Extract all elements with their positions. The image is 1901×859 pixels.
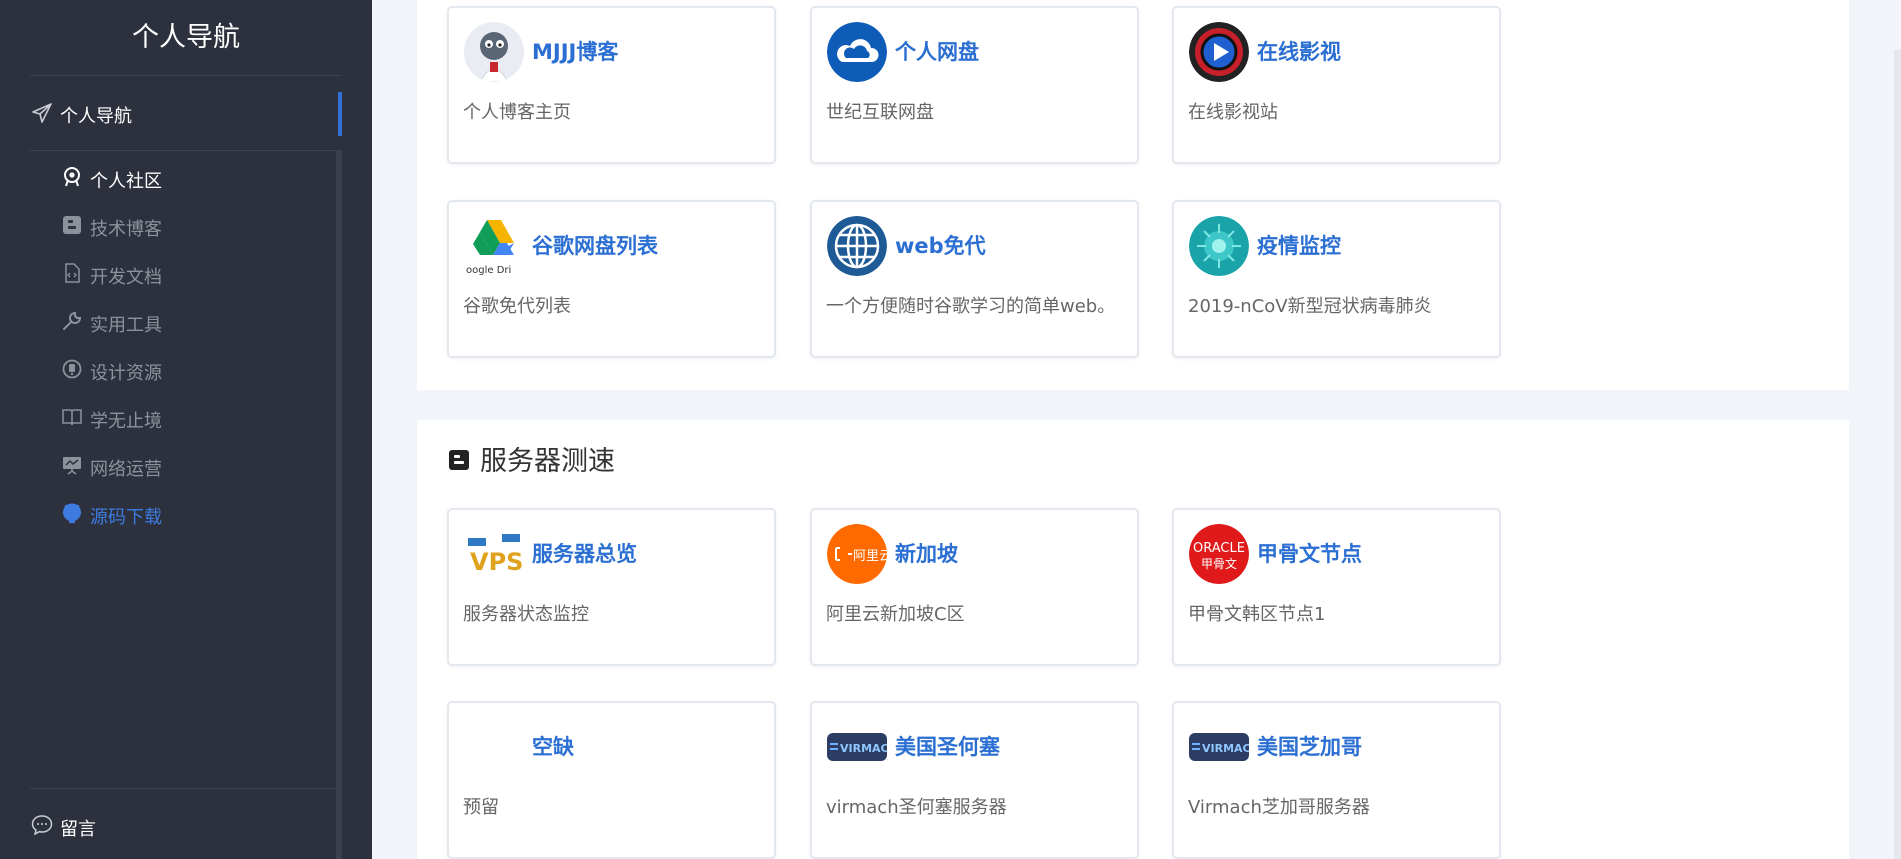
blogger-icon [448, 447, 470, 470]
server-card[interactable]: VPS 服务器总览 服务器状态监控 [447, 508, 776, 666]
sidebar-divider [30, 788, 342, 789]
sidebar-item-label: 留言 [60, 819, 96, 840]
google-drive-icon: oogle Dri [464, 216, 524, 276]
card-description: 在线影视站 [1188, 102, 1278, 123]
logo-text: VPS [470, 548, 523, 576]
card-description: 服务器状态监控 [463, 604, 589, 625]
card-title: 空缺 [532, 735, 574, 759]
sidebar-item-source-download[interactable]: 源码下载 [0, 490, 330, 538]
server-card[interactable]: 阿里云 新加坡 阿里云新加坡C区 [810, 508, 1139, 666]
card-title: 美国芝加哥 [1257, 735, 1362, 759]
sidebar-item-dev-docs[interactable]: 开发文档 [0, 250, 330, 298]
sidebar-item-design[interactable]: 设计资源 [0, 346, 330, 394]
site-card[interactable]: 在线影视 在线影视站 [1172, 6, 1501, 164]
card-description: 2019-nCoV新型冠状病毒肺炎 [1188, 296, 1432, 317]
wrench-icon [61, 310, 83, 332]
aliyun-icon: 阿里云 [827, 524, 887, 584]
sidebar-item-label: 网络运营 [90, 459, 162, 480]
card-description: Virmach芝加哥服务器 [1188, 797, 1370, 818]
card-title: 个人网盘 [895, 40, 979, 64]
logo-text: 阿里云 [853, 549, 887, 564]
github-icon [61, 502, 83, 524]
site-card[interactable]: 个人网盘 世纪互联网盘 [810, 6, 1139, 164]
comment-icon [30, 813, 54, 837]
card-title: MJJJ博客 [532, 40, 619, 64]
code-file-icon [61, 262, 83, 284]
sidebar-brand[interactable]: 个人导航 [0, 14, 372, 62]
sidebar-item-operations[interactable]: 网络运营 [0, 442, 330, 490]
sidebar-divider [30, 75, 342, 76]
card-title: 甲骨文节点 [1257, 542, 1362, 566]
sidebar-item-learning[interactable]: 学无止境 [0, 394, 330, 442]
sidebar-item-message[interactable]: 留言 [0, 808, 330, 846]
card-description: 预留 [463, 797, 499, 818]
card-description: 个人博客主页 [463, 102, 571, 123]
site-card[interactable]: oogle Dri 谷歌网盘列表 谷歌免代列表 [447, 200, 776, 358]
sidebar-item-tech-blog[interactable]: 技术博客 [0, 202, 330, 250]
sidebar-item-tools[interactable]: 实用工具 [0, 298, 330, 346]
card-description: 一个方便随时谷歌学习的简单web。 [826, 296, 1116, 317]
book-icon [61, 406, 83, 428]
site-card[interactable]: MJJJ博客 个人博客主页 [447, 6, 776, 164]
sidebar: 个人导航 个人导航 个人社区 技术博客 开发文档 实用工具 设计资源 学无止境 … [0, 0, 372, 859]
card-title: 美国圣何塞 [895, 735, 1000, 759]
site-card[interactable]: 疫情监控 2019-nCoV新型冠状病毒肺炎 [1172, 200, 1501, 358]
design-icon [61, 358, 83, 380]
blank-icon [464, 717, 524, 777]
card-description: 阿里云新加坡C区 [826, 604, 965, 625]
virus-icon [1189, 216, 1249, 276]
svg-text:ORACLE: ORACLE [1193, 541, 1245, 556]
blogger-icon [61, 214, 83, 236]
sidebar-item-label: 技术博客 [90, 219, 162, 240]
vps-icon: VPS [464, 524, 524, 584]
card-title: 新加坡 [895, 542, 958, 566]
server-card[interactable]: 空缺 预留 [447, 701, 776, 859]
server-card[interactable]: VIRMACH 美国芝加哥 Virmach芝加哥服务器 [1172, 701, 1501, 859]
virmach-icon: VIRMACH [827, 717, 887, 777]
logo-text: VIRMACH [840, 742, 887, 755]
card-title: 谷歌网盘列表 [532, 234, 658, 258]
virmach-icon: VIRMACH [1189, 717, 1249, 777]
server-card[interactable]: ORACLE 甲骨文 甲骨文节点 甲骨文韩区节点1 [1172, 508, 1501, 666]
sidebar-item-label: 学无止境 [90, 411, 162, 432]
play-icon [1189, 22, 1249, 82]
sidebar-item-label: 个人社区 [90, 171, 162, 192]
card-title: 在线影视 [1257, 40, 1341, 64]
sidebar-item-label: 实用工具 [90, 315, 162, 336]
card-title: web免代 [895, 234, 986, 258]
card-title: 疫情监控 [1257, 234, 1341, 258]
sidebar-item-main-nav[interactable]: 个人导航 [0, 92, 342, 136]
cartoon-avatar-icon [464, 22, 524, 82]
oracle-icon: ORACLE 甲骨文 [1189, 524, 1249, 584]
site-card[interactable]: web免代 一个方便随时谷歌学习的简单web。 [810, 200, 1139, 358]
presentation-icon [61, 454, 83, 476]
community-icon [61, 166, 83, 188]
sidebar-item-label: 设计资源 [90, 363, 162, 384]
sidebar-item-label: 个人导航 [60, 106, 132, 127]
sidebar-item-community[interactable]: 个人社区 [0, 154, 330, 202]
globe-icon [827, 216, 887, 276]
page-scrollbar[interactable] [1894, 50, 1901, 859]
sidebar-divider [30, 150, 342, 151]
cloud-icon [827, 22, 887, 82]
logo-text: VIRMACH [1202, 742, 1249, 755]
card-description: 世纪互联网盘 [826, 102, 934, 123]
card-description: virmach圣何塞服务器 [826, 797, 1007, 818]
section-title: 服务器测速 [480, 445, 615, 477]
svg-text:甲骨文: 甲骨文 [1201, 556, 1237, 571]
active-indicator [338, 92, 342, 136]
paper-plane-icon [30, 101, 54, 125]
sidebar-scrollbar[interactable] [336, 150, 342, 859]
card-description: 谷歌免代列表 [463, 296, 571, 317]
section-header: 服务器测速 [448, 438, 615, 478]
sidebar-item-label: 源码下载 [90, 507, 162, 528]
card-description: 甲骨文韩区节点1 [1188, 604, 1326, 625]
server-card[interactable]: VIRMACH 美国圣何塞 virmach圣何塞服务器 [810, 701, 1139, 859]
card-title: 服务器总览 [532, 542, 637, 566]
logo-text: oogle Dri [466, 265, 511, 276]
sidebar-item-label: 开发文档 [90, 267, 162, 288]
